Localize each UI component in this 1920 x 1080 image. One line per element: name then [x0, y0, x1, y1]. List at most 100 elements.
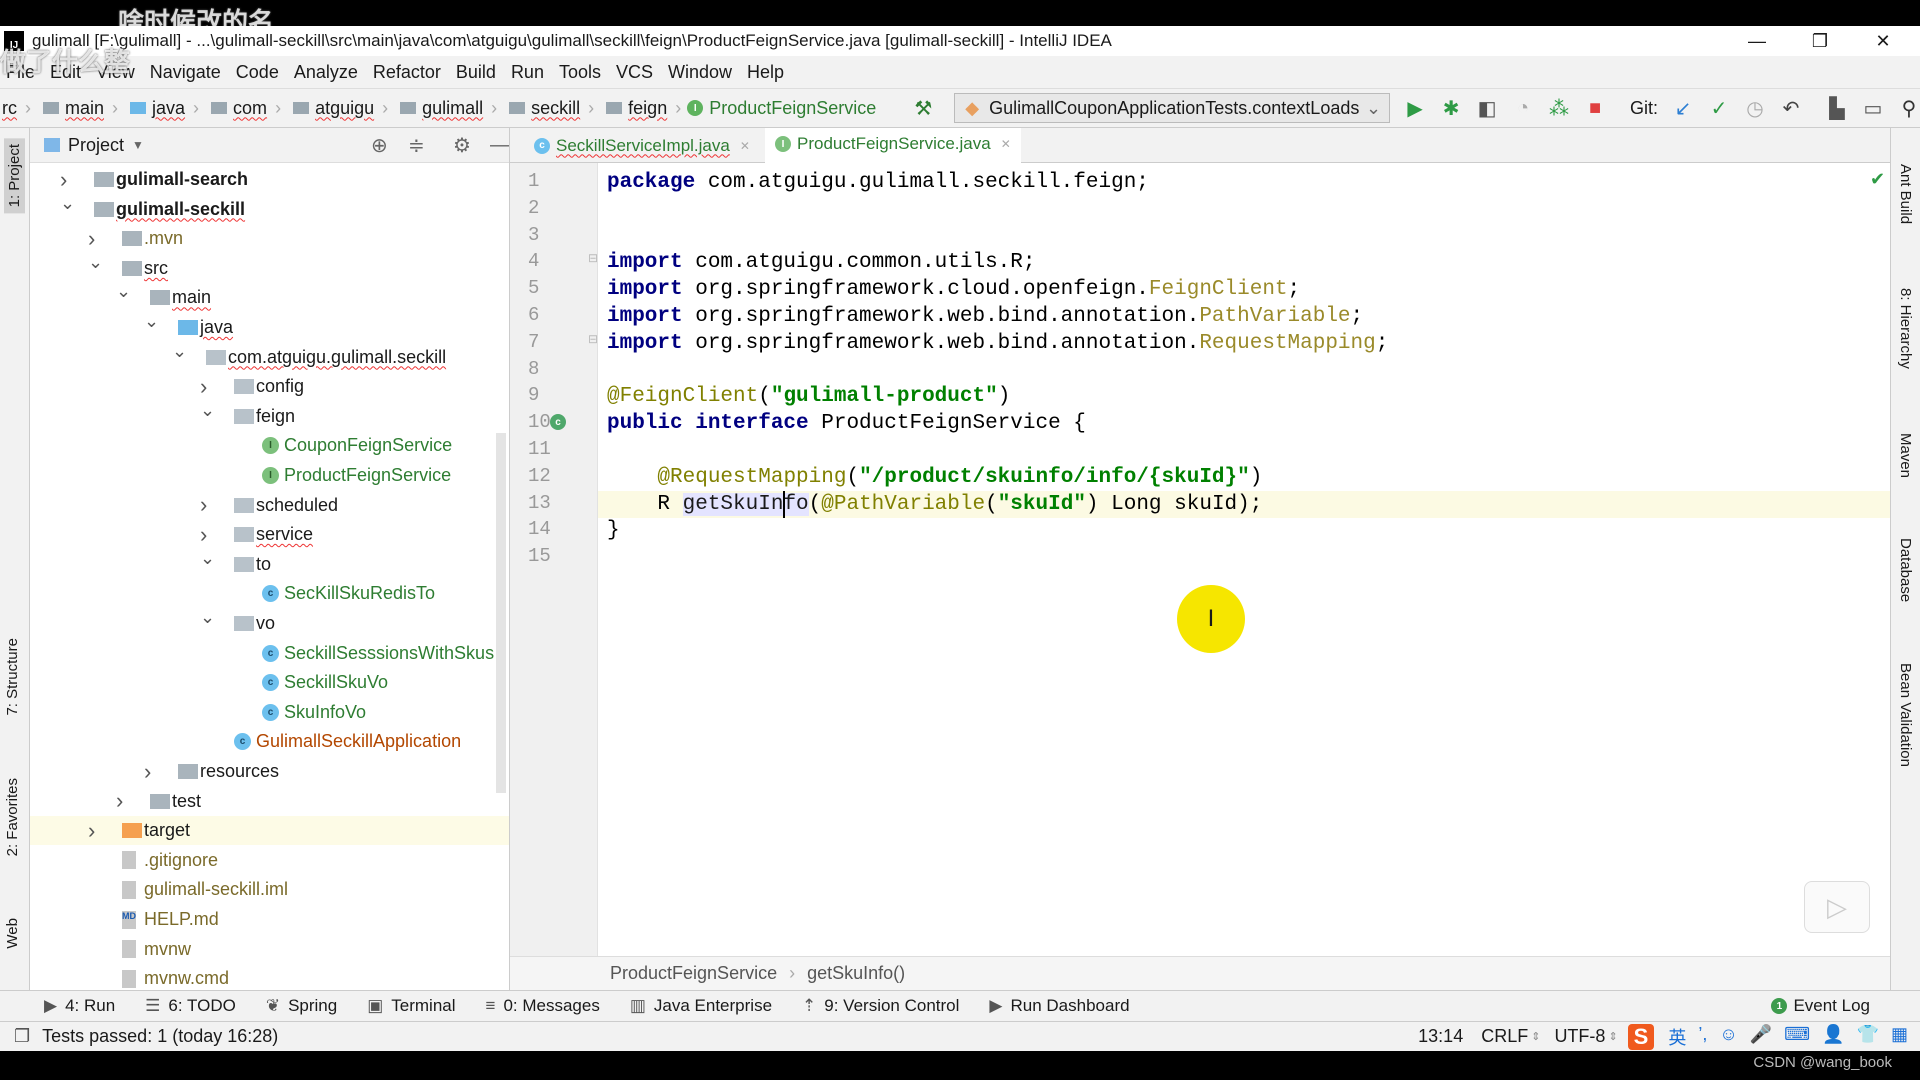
- search-icon[interactable]: ⚲: [1898, 96, 1920, 121]
- close-tab-icon[interactable]: ✕: [740, 139, 750, 153]
- tree-item[interactable]: › target: [30, 816, 509, 846]
- tree-item[interactable]: ⌄ src: [30, 252, 509, 283]
- attach-debugger-icon[interactable]: ⁂: [1548, 96, 1570, 121]
- tree-item[interactable]: › .mvn: [30, 224, 509, 253]
- tree-item[interactable]: c SeckillSkuVo: [30, 668, 509, 697]
- tool-tab-javaenterprise[interactable]: ▥ Java Enterprise: [630, 996, 772, 1016]
- tool-tab-rundashboard[interactable]: ▶ Run Dashboard: [989, 996, 1129, 1016]
- tool-tab-favorites[interactable]: 2: Favorites: [4, 778, 21, 856]
- ime-icon[interactable]: ▦: [1891, 1024, 1908, 1050]
- menu-code[interactable]: Code: [236, 62, 279, 83]
- menu-navigate[interactable]: Navigate: [150, 62, 221, 83]
- tree-item[interactable]: I CouponFeignService: [30, 431, 509, 460]
- collapse-all-icon[interactable]: ≑: [408, 133, 425, 158]
- restore-button[interactable]: ❐: [1797, 26, 1843, 56]
- stop-icon[interactable]: ■: [1584, 97, 1606, 120]
- tree-item[interactable]: mvnw.cmd: [30, 964, 509, 990]
- chevron-down-icon[interactable]: ⌄: [172, 341, 187, 362]
- code-editor[interactable]: ✔ I ▷ package com.atguigu.gulimall.secki…: [598, 163, 1890, 956]
- code-line[interactable]: public interface ProductFeignService {: [607, 410, 1086, 437]
- tree-item[interactable]: ⌄ main: [30, 281, 509, 312]
- tab-inactive[interactable]: c SeckillServiceImpl.java ✕: [524, 128, 760, 163]
- locate-icon[interactable]: ⊕: [371, 133, 388, 158]
- fold-marker-icon[interactable]: ⊟: [588, 332, 598, 346]
- tool-tab-run[interactable]: ▶ 4: Run: [44, 996, 115, 1016]
- caret-position[interactable]: 13:14: [1418, 1026, 1463, 1047]
- ime-icon[interactable]: ☺: [1719, 1024, 1737, 1050]
- tool-tab-todo[interactable]: ☰ 6: TODO: [145, 996, 236, 1016]
- tree-item[interactable]: c SecKillSkuRedisTo: [30, 579, 509, 608]
- code-line[interactable]: @RequestMapping("/product/skuinfo/info/{…: [607, 464, 1262, 491]
- ime-icon[interactable]: 英: [1668, 1024, 1686, 1050]
- tree-item[interactable]: ⌄ vo: [30, 607, 509, 638]
- profile-icon[interactable]: ◔: [1512, 97, 1534, 120]
- project-view-select[interactable]: Project: [68, 135, 124, 156]
- tree-item[interactable]: gulimall-seckill.iml: [30, 875, 509, 904]
- presentation-icon[interactable]: ▭: [1862, 96, 1884, 121]
- tree-item[interactable]: mvnw: [30, 935, 509, 964]
- chevron-right-icon[interactable]: ›: [200, 492, 207, 518]
- breadcrumb-method[interactable]: getSkuInfo(): [807, 963, 905, 984]
- hide-icon[interactable]: —: [490, 134, 509, 157]
- code-line[interactable]: }: [607, 517, 620, 544]
- menu-tools[interactable]: Tools: [559, 62, 601, 83]
- code-line[interactable]: import org.springframework.web.bind.anno…: [607, 303, 1363, 330]
- toggle-tool-windows-icon[interactable]: ❐: [14, 1026, 30, 1047]
- tree-item[interactable]: › test: [30, 787, 509, 816]
- chevron-down-icon[interactable]: ⌄: [144, 311, 159, 332]
- chevron-down-icon[interactable]: ⌄: [200, 548, 215, 569]
- gear-icon[interactable]: ⚙: [453, 133, 471, 158]
- tool-tab-database[interactable]: Database: [1897, 538, 1914, 602]
- tree-item[interactable]: ⌄ com.atguigu.gulimall.seckill: [30, 341, 509, 372]
- tool-tab-versioncontrol[interactable]: ⇡ 9: Version Control: [802, 996, 959, 1016]
- chevron-right-icon[interactable]: ›: [88, 818, 95, 844]
- chevron-right-icon[interactable]: ›: [200, 522, 207, 548]
- tool-tab-ant-build[interactable]: Ant Build: [1897, 164, 1914, 224]
- project-structure-icon[interactable]: ▙: [1826, 96, 1848, 121]
- nav-crumb[interactable]: rc ›: [2, 98, 31, 119]
- run-icon[interactable]: ▶: [1404, 96, 1426, 121]
- tree-item[interactable]: ⌄ gulimall-seckill: [30, 193, 509, 224]
- fold-marker-icon[interactable]: ⊟: [588, 251, 598, 265]
- close-tab-icon[interactable]: ✕: [1001, 137, 1011, 151]
- nav-crumb[interactable]: feign ›: [600, 98, 681, 119]
- nav-crumb[interactable]: main ›: [37, 98, 118, 119]
- ime-icon[interactable]: 🎤: [1750, 1024, 1772, 1050]
- code-line[interactable]: import org.springframework.web.bind.anno…: [607, 330, 1388, 357]
- menu-window[interactable]: Window: [668, 62, 732, 83]
- event-log-button[interactable]: 1 Event Log: [1771, 996, 1870, 1016]
- tool-tab-messages[interactable]: ≡ 0: Messages: [486, 996, 600, 1016]
- tree-item[interactable]: › service: [30, 520, 509, 549]
- chevron-down-icon[interactable]: ⌄: [200, 400, 215, 421]
- menu-build[interactable]: Build: [456, 62, 496, 83]
- debug-icon[interactable]: ✱: [1440, 96, 1462, 121]
- git-commit-icon[interactable]: ✓: [1708, 96, 1730, 121]
- close-button[interactable]: ✕: [1860, 26, 1906, 56]
- tool-tab-hierarchy[interactable]: 8: Hierarchy: [1897, 288, 1914, 369]
- coverage-icon[interactable]: ◧: [1476, 96, 1498, 121]
- tree-item[interactable]: ⌄ feign: [30, 400, 509, 431]
- nav-crumb[interactable]: gulimall ›: [394, 98, 497, 119]
- tool-tab-structure[interactable]: 7: Structure: [4, 638, 21, 716]
- tree-item[interactable]: MD HELP.md: [30, 905, 509, 934]
- chevron-down-icon[interactable]: ⌄: [200, 607, 215, 628]
- run-config-select[interactable]: ◆ GulimallCouponApplicationTests.contextL…: [954, 93, 1391, 123]
- nav-crumb[interactable]: seckill ›: [503, 98, 594, 119]
- ime-icon[interactable]: 👤: [1822, 1024, 1844, 1050]
- ime-icon[interactable]: ’,: [1698, 1024, 1707, 1050]
- chevron-right-icon[interactable]: ›: [60, 167, 67, 193]
- file-encoding[interactable]: UTF-8: [1554, 1026, 1605, 1047]
- tool-tab-web[interactable]: Web: [4, 918, 21, 949]
- code-line[interactable]: @FeignClient("gulimall-product"): [607, 383, 1010, 410]
- menu-analyze[interactable]: Analyze: [294, 62, 358, 83]
- nav-crumb-current[interactable]: I ProductFeignService: [687, 98, 876, 119]
- nav-crumb[interactable]: java ›: [124, 98, 199, 119]
- minimize-button[interactable]: —: [1734, 26, 1780, 56]
- breadcrumb-class[interactable]: ProductFeignService: [610, 963, 777, 984]
- tree-item[interactable]: › scheduled: [30, 491, 509, 520]
- tool-tab-spring[interactable]: ❦ Spring: [266, 996, 337, 1016]
- line-separator[interactable]: CRLF: [1481, 1026, 1528, 1047]
- menu-vcs[interactable]: VCS: [616, 62, 653, 83]
- chevron-down-icon[interactable]: ⌄: [88, 252, 103, 273]
- build-hammer-icon[interactable]: ⚒: [912, 96, 934, 121]
